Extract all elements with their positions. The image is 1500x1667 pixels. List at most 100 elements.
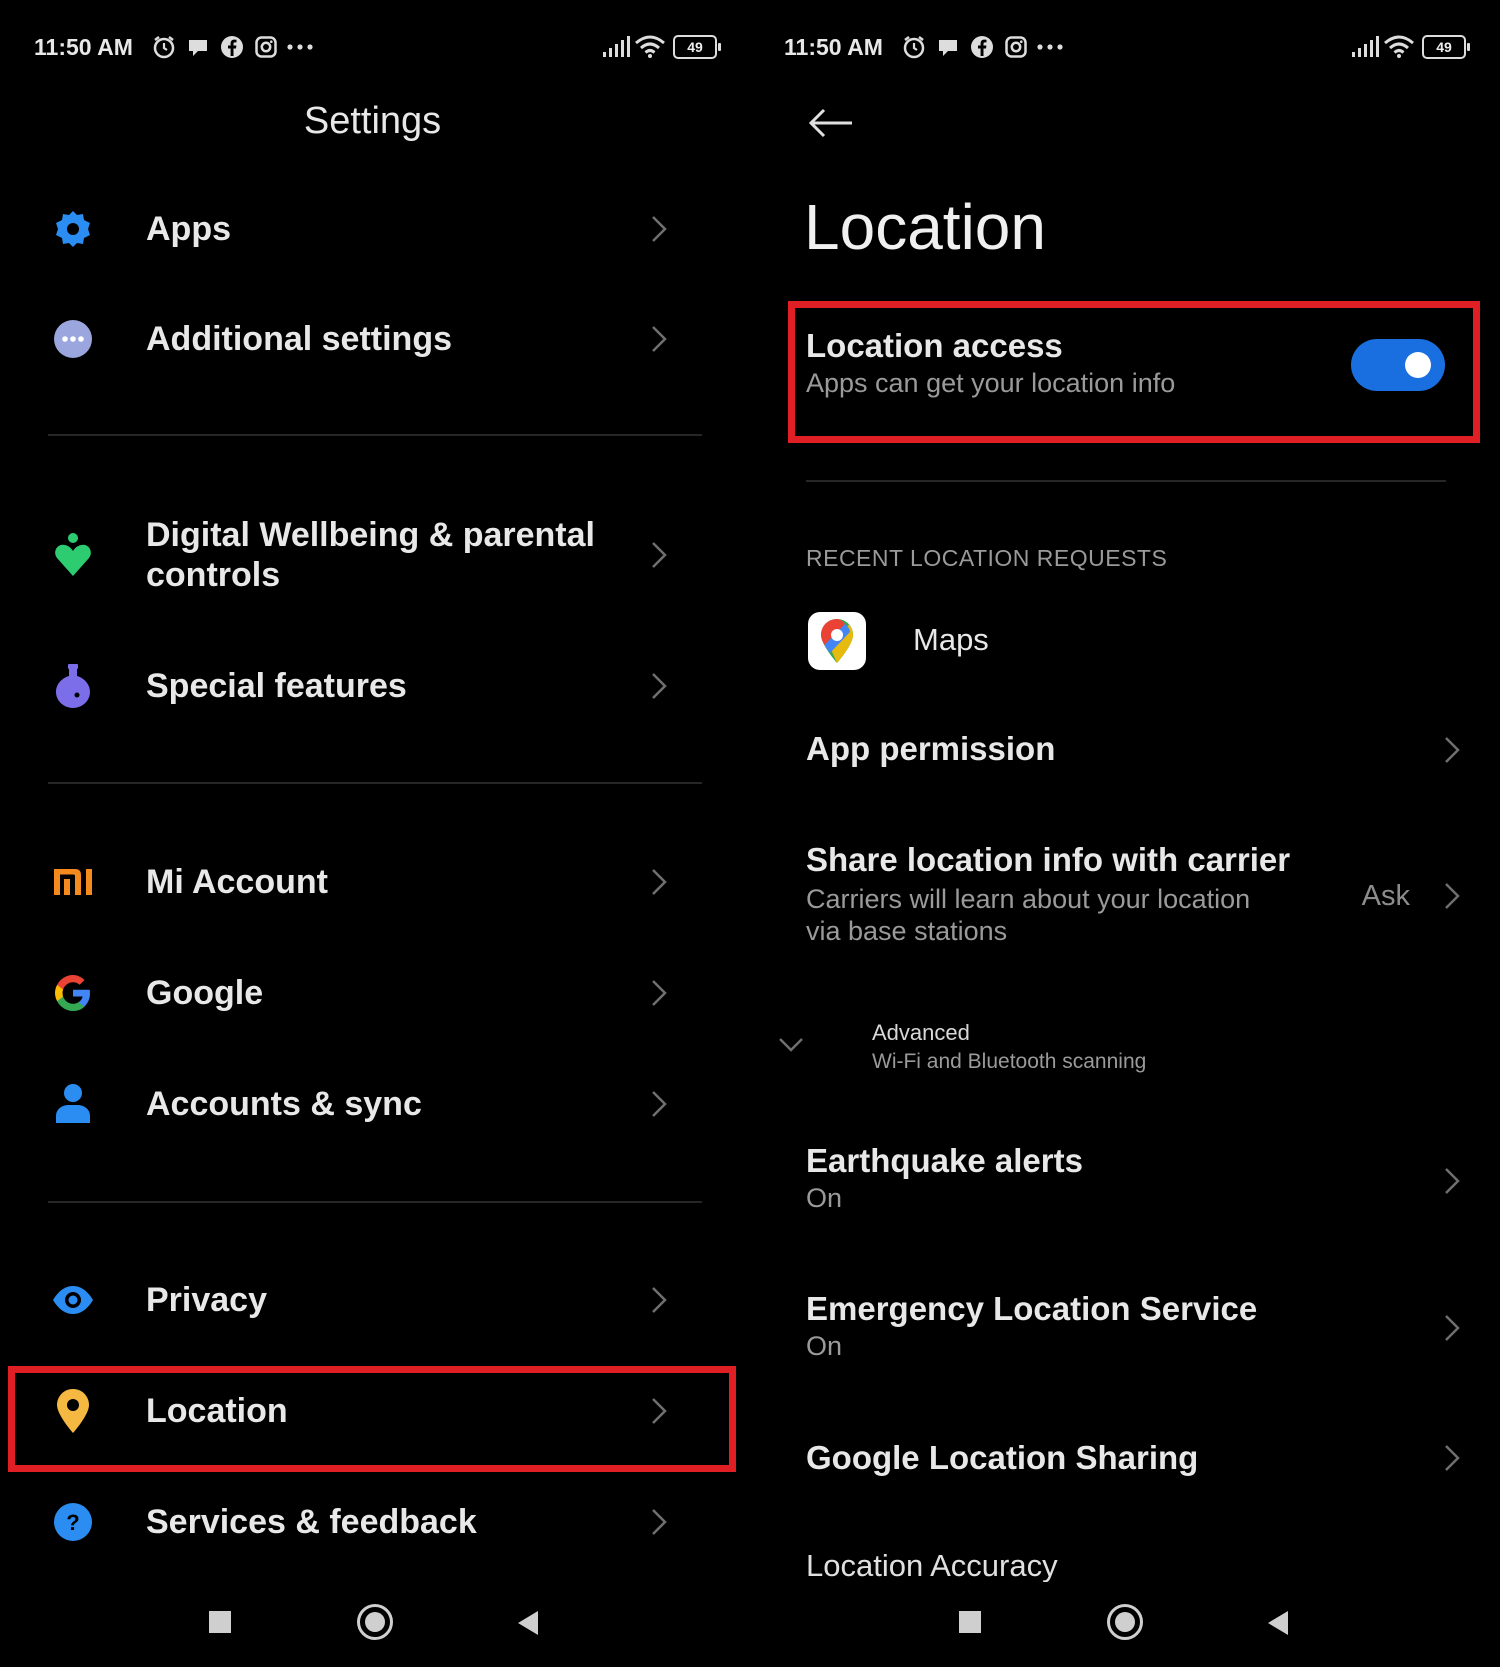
heart-person-icon bbox=[50, 532, 96, 578]
chevron-right-icon bbox=[652, 1509, 667, 1535]
chevron-down-icon[interactable] bbox=[778, 1036, 804, 1054]
home-circle-icon[interactable] bbox=[1107, 1604, 1143, 1640]
recents-square-icon[interactable] bbox=[959, 1611, 981, 1633]
facebook-icon bbox=[965, 33, 999, 61]
chevron-right-icon bbox=[652, 542, 667, 568]
navigation-bar bbox=[0, 1600, 745, 1644]
chevron-right-icon bbox=[652, 673, 667, 699]
google-location-sharing-title: Google Location Sharing bbox=[806, 1439, 1199, 1476]
highlight-box-location bbox=[8, 1366, 736, 1472]
share-carrier-title: Share location info with carrier bbox=[806, 841, 1291, 878]
settings-item-label: Services & feedback bbox=[146, 1503, 477, 1541]
location-accuracy-title: Location Accuracy bbox=[806, 1548, 1058, 1582]
settings-item-special-features[interactable]: Special features bbox=[0, 662, 745, 710]
settings-item-accounts-sync[interactable]: Accounts & sync bbox=[0, 1080, 745, 1128]
settings-item-label: Additional settings bbox=[146, 320, 452, 358]
recent-app-maps[interactable]: Maps bbox=[913, 622, 989, 658]
person-icon bbox=[50, 1081, 96, 1127]
settings-item-label: Special features bbox=[146, 667, 407, 705]
recent-requests-header: RECENT LOCATION REQUESTS bbox=[806, 545, 1168, 571]
earthquake-alerts-title: Earthquake alerts bbox=[806, 1142, 1083, 1179]
location-accuracy-row[interactable]: Location Accuracy bbox=[806, 1548, 1460, 1582]
wifi-icon bbox=[1382, 33, 1416, 61]
battery-level: 49 bbox=[687, 39, 703, 55]
chevron-right-icon bbox=[1445, 1168, 1460, 1194]
chevron-right-icon bbox=[652, 1091, 667, 1117]
navigation-bar bbox=[750, 1600, 1500, 1644]
share-carrier-value: Ask bbox=[1361, 880, 1410, 912]
more-dots-icon bbox=[1033, 33, 1067, 61]
google-maps-icon bbox=[808, 612, 866, 670]
chevron-right-icon bbox=[1445, 1445, 1460, 1471]
share-carrier-row[interactable]: Share location info with carrier Carrier… bbox=[806, 839, 1291, 947]
settings-item-services-feedback[interactable]: ? Services & feedback bbox=[0, 1498, 745, 1546]
highlight-box-location-access bbox=[788, 301, 1480, 443]
location-screen: 11:50 AM 49 Location Location access App… bbox=[750, 0, 1500, 1667]
chevron-right-icon bbox=[652, 326, 667, 352]
emergency-location-row[interactable]: Emergency Location Service On bbox=[806, 1288, 1460, 1362]
svg-text:?: ? bbox=[66, 1510, 79, 1535]
recents-square-icon[interactable] bbox=[209, 1611, 231, 1633]
chat-icon bbox=[181, 33, 215, 61]
earthquake-alerts-value: On bbox=[806, 1183, 843, 1213]
gear-icon bbox=[50, 206, 96, 252]
divider bbox=[48, 1201, 702, 1203]
settings-item-label: Mi Account bbox=[146, 863, 328, 901]
back-triangle-icon[interactable] bbox=[518, 1611, 538, 1635]
question-circle-icon: ? bbox=[50, 1499, 96, 1545]
more-dots-icon bbox=[283, 33, 317, 61]
wifi-icon bbox=[633, 33, 667, 61]
chevron-right-icon bbox=[652, 980, 667, 1006]
divider bbox=[806, 480, 1446, 482]
status-bar: 11:50 AM 49 bbox=[784, 30, 1470, 64]
settings-screen: 11:50 AM 49 Settings Apps Additional set… bbox=[0, 0, 745, 1667]
google-location-sharing-row[interactable]: Google Location Sharing bbox=[806, 1437, 1460, 1479]
eye-icon bbox=[50, 1277, 96, 1323]
settings-item-privacy[interactable]: Privacy bbox=[0, 1276, 745, 1324]
settings-item-mi-account[interactable]: Mi Account bbox=[0, 858, 745, 906]
settings-item-apps[interactable]: Apps bbox=[0, 205, 745, 253]
settings-item-additional[interactable]: Additional settings bbox=[0, 315, 745, 363]
settings-item-label: Apps bbox=[146, 210, 231, 248]
status-time: 11:50 AM bbox=[34, 33, 133, 60]
settings-item-label: Privacy bbox=[146, 1281, 267, 1319]
signal-icon bbox=[1348, 33, 1382, 61]
advanced-subtitle: Wi-Fi and Bluetooth scanning bbox=[872, 1050, 1147, 1073]
battery-level: 49 bbox=[1436, 39, 1452, 55]
mi-logo-icon bbox=[50, 859, 96, 905]
emergency-location-title: Emergency Location Service bbox=[806, 1290, 1258, 1327]
battery-icon: 49 bbox=[673, 35, 721, 59]
earthquake-alerts-row[interactable]: Earthquake alerts On bbox=[806, 1140, 1460, 1214]
potion-icon bbox=[50, 663, 96, 709]
share-carrier-subtitle: Carriers will learn about your location … bbox=[806, 884, 1251, 946]
alarm-icon bbox=[147, 33, 181, 61]
settings-item-digital-wellbeing[interactable]: Digital Wellbeing & parental controls bbox=[0, 514, 745, 596]
settings-item-label: Digital Wellbeing & parental controls bbox=[146, 516, 595, 594]
back-triangle-icon[interactable] bbox=[1268, 1611, 1288, 1635]
back-arrow-icon[interactable] bbox=[808, 108, 854, 138]
page-title: Settings bbox=[303, 100, 442, 142]
chevron-right-icon bbox=[1445, 737, 1460, 763]
app-permission-row[interactable]: App permission bbox=[806, 728, 1460, 770]
google-logo-icon bbox=[50, 970, 96, 1016]
app-permission-title: App permission bbox=[806, 730, 1056, 767]
status-bar: 11:50 AM 49 bbox=[34, 30, 721, 64]
page-title: Location bbox=[804, 191, 1046, 263]
facebook-icon bbox=[215, 33, 249, 61]
divider bbox=[48, 782, 702, 784]
chevron-right-icon bbox=[1445, 883, 1460, 909]
battery-icon: 49 bbox=[1422, 35, 1470, 59]
home-circle-icon[interactable] bbox=[357, 1604, 393, 1640]
instagram-icon bbox=[249, 33, 283, 61]
divider bbox=[48, 434, 702, 436]
status-time: 11:50 AM bbox=[784, 33, 883, 60]
signal-icon bbox=[599, 33, 633, 61]
alarm-icon bbox=[897, 33, 931, 61]
instagram-icon bbox=[999, 33, 1033, 61]
advanced-title[interactable]: Advanced bbox=[872, 1020, 970, 1046]
chat-icon bbox=[931, 33, 965, 61]
chevron-right-icon bbox=[1445, 1315, 1460, 1341]
chevron-right-icon bbox=[652, 216, 667, 242]
dots-circle-icon bbox=[50, 316, 96, 362]
settings-item-google[interactable]: Google bbox=[0, 969, 745, 1017]
